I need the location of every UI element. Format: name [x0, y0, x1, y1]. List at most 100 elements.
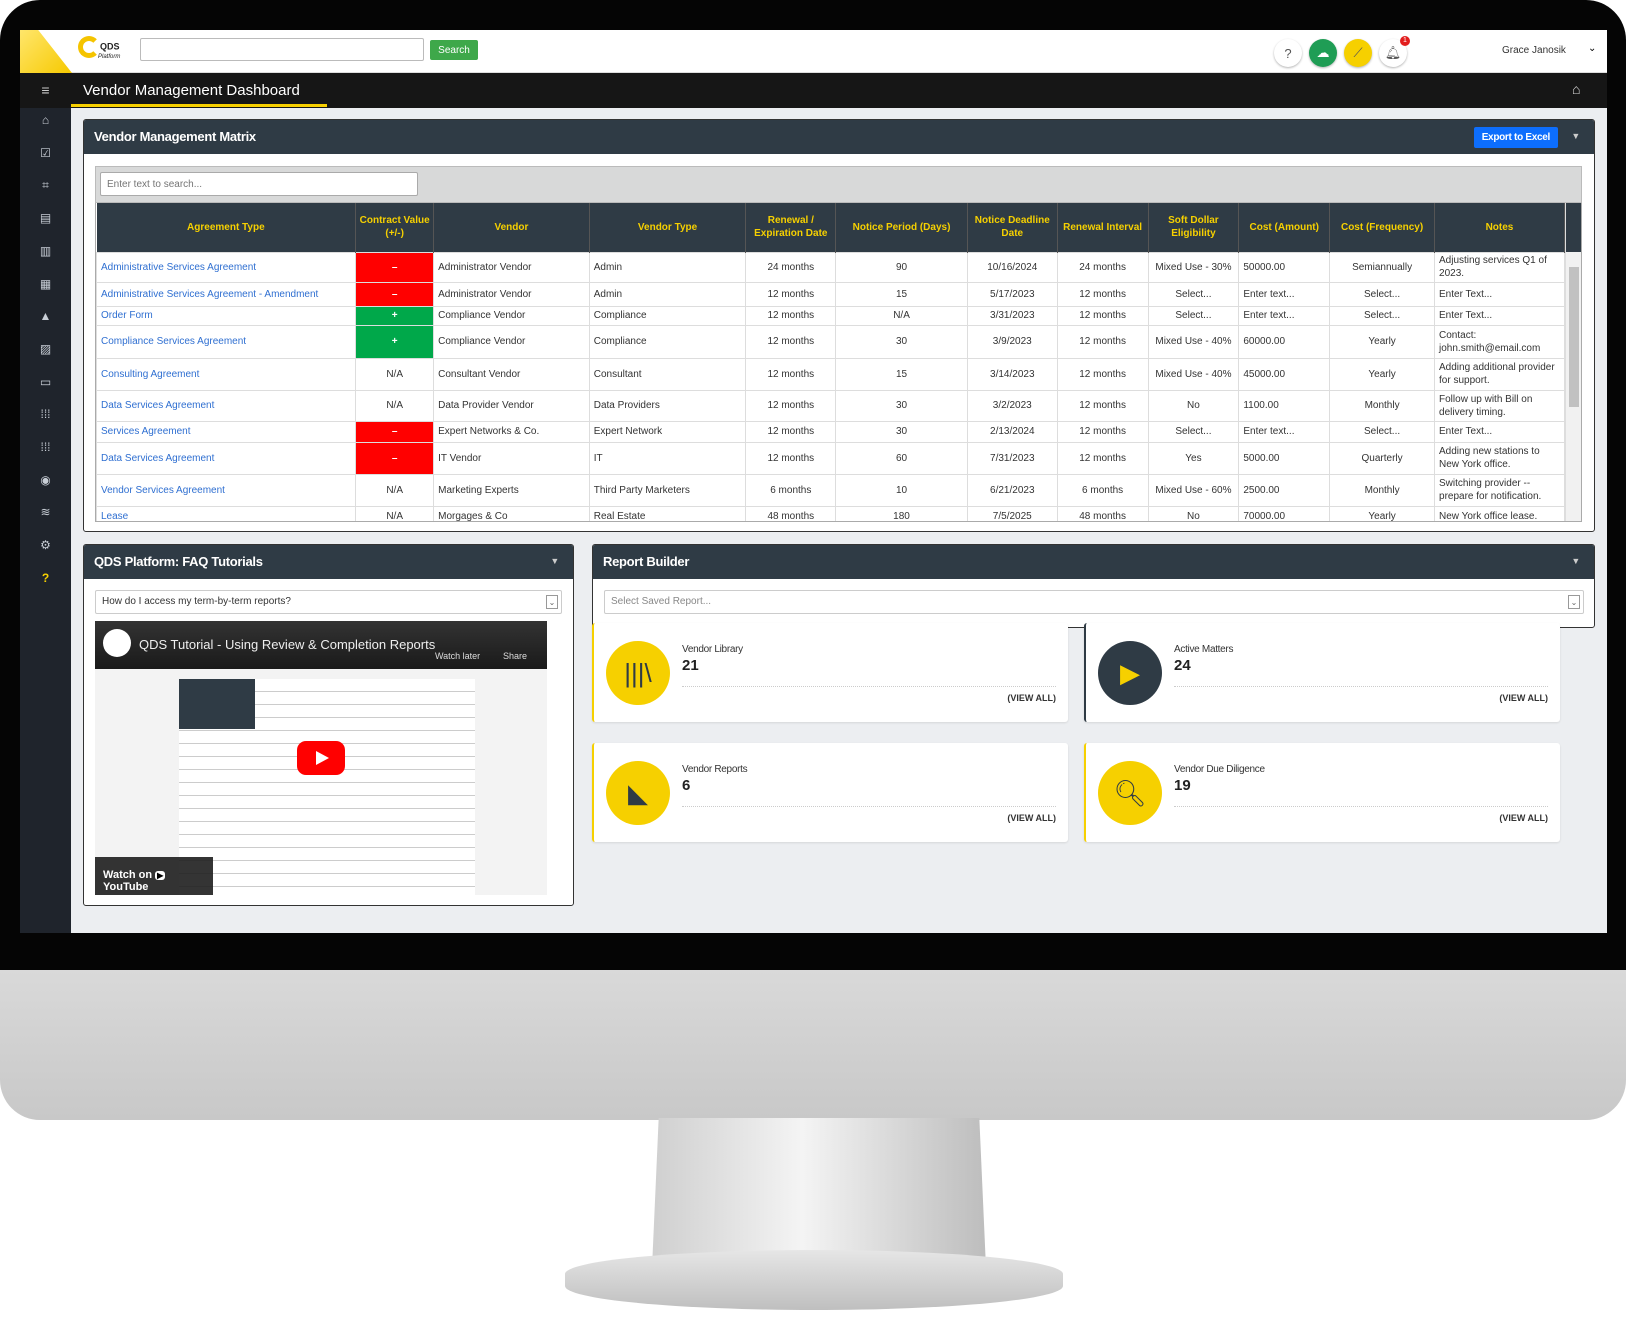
- column-header[interactable]: Notes: [1434, 203, 1565, 252]
- soft-cell[interactable]: Mixed Use - 40%: [1147, 357, 1240, 391]
- freq-cell[interactable]: Semiannually: [1329, 251, 1436, 283]
- notice-cell[interactable]: 180: [835, 505, 968, 521]
- notes-cell[interactable]: Switching provider -- prepare for notifi…: [1434, 473, 1565, 507]
- cost-cell[interactable]: Enter text...: [1238, 281, 1331, 307]
- notice-cell[interactable]: N/A: [835, 305, 968, 326]
- soft-cell[interactable]: Mixed Use - 60%: [1147, 473, 1240, 507]
- deadline-cell[interactable]: 3/9/2023: [966, 324, 1058, 359]
- notice-cell[interactable]: 30: [835, 389, 968, 422]
- soft-cell[interactable]: Yes: [1147, 441, 1240, 475]
- saved-report-select[interactable]: Select Saved Report... ⌄: [604, 590, 1584, 614]
- deadline-cell[interactable]: 6/21/2023: [966, 473, 1058, 507]
- column-header[interactable]: Vendor Type: [589, 203, 747, 252]
- chart-icon[interactable]: ⟋: [1344, 39, 1372, 67]
- sidebar-grid-icon[interactable]: ⁞⁞⁞: [20, 407, 71, 421]
- table-search-input[interactable]: [100, 172, 418, 196]
- cost-cell[interactable]: 1100.00: [1238, 389, 1331, 422]
- notice-cell[interactable]: 30: [835, 324, 968, 359]
- type-cell[interactable]: Admin: [588, 251, 747, 283]
- deadline-cell[interactable]: 7/5/2025: [966, 505, 1058, 521]
- sidebar-vector-icon[interactable]: ⌗: [20, 178, 71, 193]
- notes-cell[interactable]: New York office lease.: [1434, 505, 1565, 521]
- freq-cell[interactable]: Monthly: [1329, 473, 1436, 507]
- deadline-cell[interactable]: 3/31/2023: [966, 305, 1058, 326]
- column-header[interactable]: Soft Dollar Eligibility: [1148, 203, 1240, 252]
- soft-cell[interactable]: No: [1147, 389, 1240, 422]
- column-header[interactable]: Cost (Amount): [1238, 203, 1331, 252]
- vendor-cell[interactable]: Consultant Vendor: [433, 357, 590, 391]
- interval-cell[interactable]: 6 months: [1056, 473, 1149, 507]
- cost-cell[interactable]: 70000.00: [1238, 505, 1331, 521]
- notes-cell[interactable]: Contact: john.smith@email.com: [1434, 324, 1565, 359]
- tutorial-video[interactable]: QDS Tutorial - Using Review & Completion…: [95, 621, 547, 895]
- play-button[interactable]: [297, 741, 345, 775]
- view-all-link[interactable]: (VIEW ALL): [1007, 693, 1056, 703]
- sidebar-help-icon[interactable]: ?: [20, 571, 71, 585]
- interval-cell[interactable]: 24 months: [1056, 251, 1149, 283]
- notice-cell[interactable]: 15: [835, 281, 968, 307]
- soft-cell[interactable]: Select...: [1147, 305, 1240, 326]
- freq-cell[interactable]: Select...: [1329, 281, 1436, 307]
- column-header[interactable]: Notice Period (Days): [835, 203, 968, 252]
- freq-cell[interactable]: Quarterly: [1329, 441, 1436, 475]
- renewal-cell[interactable]: 12 months: [745, 357, 837, 391]
- bell-icon[interactable]: 🔔︎ 1: [1379, 36, 1410, 67]
- sidebar-clipboard-check-icon[interactable]: ☑: [20, 146, 71, 160]
- deadline-cell[interactable]: 10/16/2024: [966, 251, 1058, 283]
- column-header[interactable]: Agreement Type: [96, 203, 357, 252]
- agreement-link[interactable]: Services Agreement: [96, 420, 357, 443]
- column-header[interactable]: Contract Value (+/-): [355, 203, 435, 252]
- deadline-cell[interactable]: 5/17/2023: [966, 281, 1058, 307]
- chevron-down-icon[interactable]: ⌄: [1588, 43, 1596, 54]
- watch-on-youtube[interactable]: Watch on ▶ YouTube: [95, 857, 213, 895]
- notice-cell[interactable]: 15: [835, 357, 968, 391]
- soft-cell[interactable]: Select...: [1147, 281, 1240, 307]
- watch-later-button[interactable]: Watch later: [435, 651, 480, 661]
- sidebar-gear-icon[interactable]: ⚙: [20, 538, 71, 552]
- sidebar-report-icon[interactable]: ▥: [20, 244, 71, 258]
- video-title[interactable]: QDS Tutorial - Using Review & Completion…: [139, 637, 435, 652]
- freq-cell[interactable]: Select...: [1329, 420, 1436, 443]
- freq-cell[interactable]: Yearly: [1329, 357, 1436, 391]
- agreement-link[interactable]: Order Form: [96, 305, 357, 326]
- column-header[interactable]: Cost (Frequency): [1329, 203, 1436, 252]
- deadline-cell[interactable]: 2/13/2024: [966, 420, 1058, 443]
- type-cell[interactable]: Real Estate: [588, 505, 747, 521]
- interval-cell[interactable]: 12 months: [1056, 441, 1149, 475]
- type-cell[interactable]: Compliance: [588, 305, 747, 326]
- summary-card[interactable]: 🔍︎ Vendor Due Diligence 19 (VIEW ALL): [1084, 743, 1560, 842]
- share-button[interactable]: Share: [503, 651, 527, 661]
- summary-card[interactable]: |||\ Vendor Library 21 (VIEW ALL): [592, 623, 1068, 722]
- agreement-link[interactable]: Data Services Agreement: [96, 441, 357, 475]
- notes-cell[interactable]: Adjusting services Q1 of 2023.: [1434, 251, 1565, 283]
- renewal-cell[interactable]: 48 months: [745, 505, 837, 521]
- soft-cell[interactable]: No: [1147, 505, 1240, 521]
- renewal-cell[interactable]: 12 months: [745, 324, 837, 359]
- agreement-link[interactable]: Administrative Services Agreement: [96, 251, 357, 283]
- column-header[interactable]: Notice Deadline Date: [967, 203, 1058, 252]
- home-icon[interactable]: ⌂: [1572, 81, 1580, 97]
- deadline-cell[interactable]: 7/31/2023: [966, 441, 1058, 475]
- freq-cell[interactable]: Yearly: [1329, 324, 1436, 359]
- vendor-cell[interactable]: Marketing Experts: [433, 473, 590, 507]
- column-header[interactable]: Vendor: [433, 203, 590, 252]
- notice-cell[interactable]: 90: [835, 251, 968, 283]
- sidebar-grid-icon[interactable]: ⁞⁞⁞: [20, 440, 71, 454]
- sidebar-building-icon[interactable]: ▦: [20, 277, 71, 291]
- renewal-cell[interactable]: 6 months: [745, 473, 837, 507]
- cost-cell[interactable]: 5000.00: [1238, 441, 1331, 475]
- interval-cell[interactable]: 12 months: [1056, 389, 1149, 422]
- type-cell[interactable]: Third Party Marketers: [588, 473, 747, 507]
- global-search-input[interactable]: [140, 38, 424, 61]
- notes-cell[interactable]: Adding additional provider for support.: [1434, 357, 1565, 391]
- scrollbar-thumb[interactable]: [1569, 267, 1579, 407]
- notes-cell[interactable]: Enter Text...: [1434, 305, 1565, 326]
- user-name[interactable]: Grace Janosik: [1502, 45, 1566, 56]
- renewal-cell[interactable]: 24 months: [745, 251, 837, 283]
- table-scrollbar[interactable]: [1565, 203, 1581, 521]
- channel-logo[interactable]: [103, 629, 131, 657]
- vendor-cell[interactable]: Compliance Vendor: [433, 305, 590, 326]
- agreement-link[interactable]: Compliance Services Agreement: [96, 324, 357, 359]
- view-all-link[interactable]: (VIEW ALL): [1499, 693, 1548, 703]
- notice-cell[interactable]: 60: [835, 441, 968, 475]
